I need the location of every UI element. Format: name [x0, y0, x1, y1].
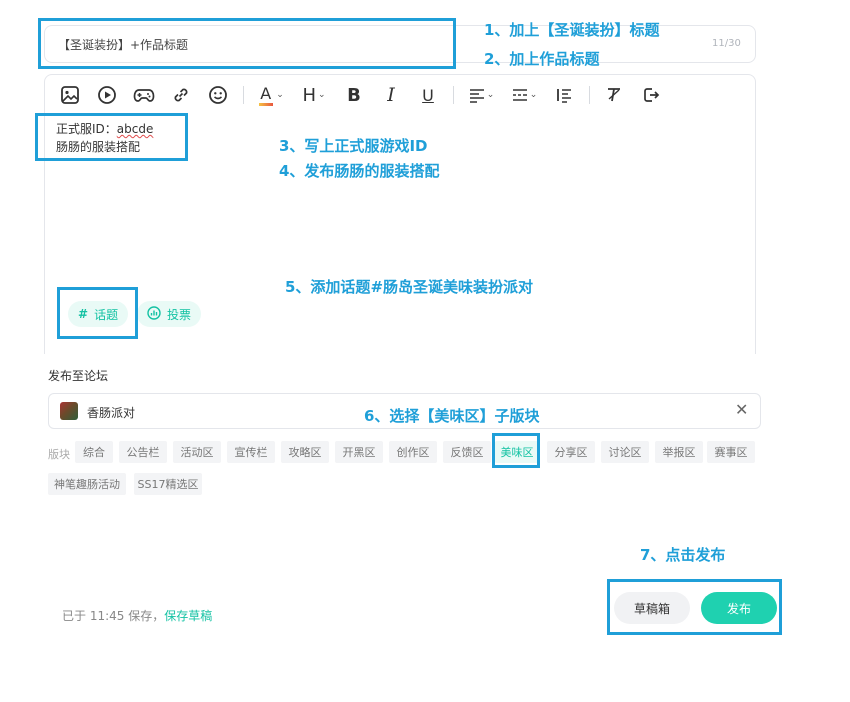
toolbar-divider: [243, 86, 244, 104]
divider-icon[interactable]: ⌄: [507, 82, 541, 108]
forum-label: 发布至论坛: [48, 369, 109, 383]
redo-icon[interactable]: [637, 82, 665, 108]
bold-icon[interactable]: B: [340, 82, 368, 108]
vote-button[interactable]: 投票: [137, 301, 202, 327]
section-tag[interactable]: 宣传栏: [227, 441, 275, 463]
align-icon[interactable]: ⌄: [464, 82, 498, 108]
forum-avatar: [60, 402, 78, 420]
annotation-note-6: 6、选择【美味区】子版块: [364, 407, 540, 425]
list-icon[interactable]: [550, 82, 578, 108]
annotation-note-5: 5、添加话题#肠岛圣诞美味装扮派对: [285, 278, 534, 296]
emoji-icon[interactable]: [204, 82, 232, 108]
annotation-note-3: 3、写上正式服游戏ID: [279, 137, 428, 155]
annotation-box-title: [38, 18, 456, 69]
annotation-note-1: 1、加上【圣诞装扮】标题: [484, 21, 660, 39]
toolbar-divider: [589, 86, 590, 104]
annotation-box-body: [35, 113, 188, 161]
title-char-count: 11/30: [712, 38, 741, 49]
save-status: 已于 11:45 保存，保存草稿: [62, 609, 213, 623]
link-icon[interactable]: [167, 82, 195, 108]
annotation-box-section: [492, 433, 540, 468]
toolbar-divider: [453, 86, 454, 104]
annotation-box-topic: [57, 287, 138, 339]
section-tag[interactable]: 分享区: [547, 441, 595, 463]
section-tag[interactable]: 创作区: [389, 441, 437, 463]
section-tag[interactable]: 综合: [75, 441, 113, 463]
underline-icon[interactable]: U: [414, 82, 442, 108]
annotation-note-2: 2、加上作品标题: [484, 50, 600, 68]
annotation-box-publish: [607, 579, 782, 635]
italic-icon[interactable]: I: [377, 82, 405, 108]
image-icon[interactable]: [56, 82, 84, 108]
section-tag[interactable]: 活动区: [173, 441, 221, 463]
section-tag[interactable]: 赛事区: [707, 441, 755, 463]
section-tag[interactable]: 开黑区: [335, 441, 383, 463]
video-icon[interactable]: [93, 82, 121, 108]
section-tag[interactable]: 举报区: [655, 441, 703, 463]
save-draft-link[interactable]: 保存草稿: [164, 609, 212, 623]
section-tag[interactable]: 反馈区: [443, 441, 491, 463]
section-label: 版块: [48, 448, 70, 461]
editor-toolbar: A ⌄ H ⌄ B I U ⌄ ⌄: [56, 82, 674, 108]
heading-icon[interactable]: H ⌄: [297, 82, 331, 108]
forum-selected-name: 香肠派对: [87, 406, 136, 420]
vote-icon: [147, 305, 161, 323]
font-color-icon[interactable]: A ⌄: [254, 82, 288, 108]
section-tag[interactable]: 攻略区: [281, 441, 329, 463]
close-icon[interactable]: ✕: [735, 402, 748, 418]
annotation-note-7: 7、点击发布: [640, 546, 726, 564]
section-tag[interactable]: 神笔趣肠活动: [48, 473, 126, 495]
section-tag[interactable]: 讨论区: [601, 441, 649, 463]
section-tag[interactable]: 公告栏: [119, 441, 167, 463]
clear-format-icon[interactable]: [600, 82, 628, 108]
gamepad-icon[interactable]: [130, 82, 158, 108]
section-tag[interactable]: SS17精选区: [134, 473, 202, 495]
annotation-note-4: 4、发布肠肠的服装搭配: [279, 162, 440, 180]
